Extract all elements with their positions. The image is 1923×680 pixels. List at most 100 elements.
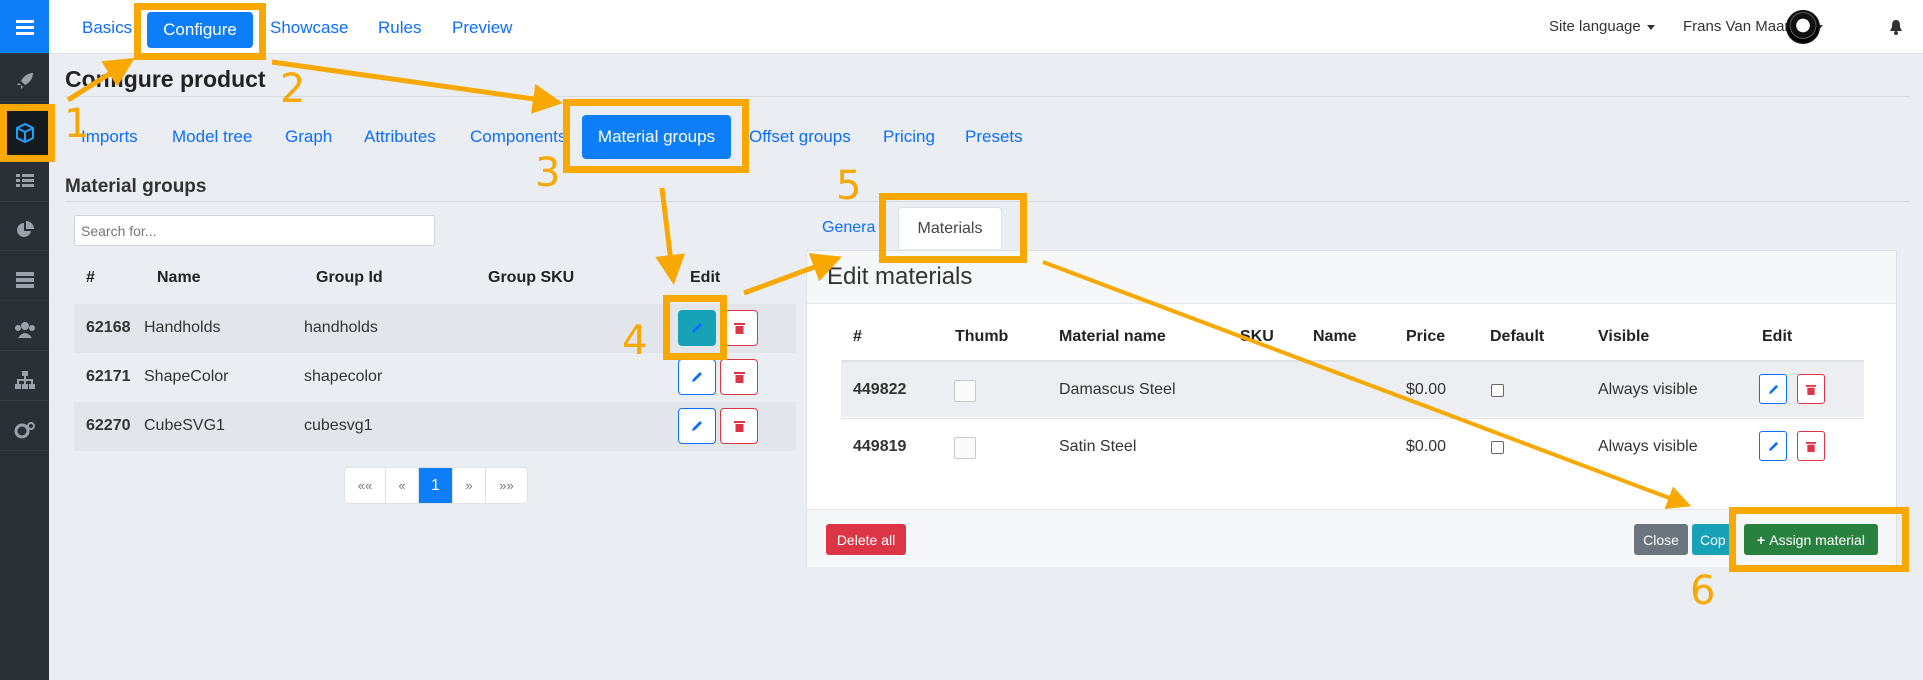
tab-imports[interactable]: Imports [81, 127, 138, 147]
trash-icon [733, 372, 745, 383]
table-row: 449822 Damascus Steel $0.00 Always visib… [841, 360, 1864, 417]
row-material-name: Satin Steel [1059, 438, 1137, 455]
row-id: 62270 [86, 417, 131, 434]
page-first[interactable]: «« [345, 468, 386, 503]
top-navbar: Basics Configure Showcase Rules Preview … [49, 0, 1923, 54]
column-header: Group Id [316, 269, 383, 286]
sidebar-item-list[interactable] [0, 160, 49, 202]
delete-button[interactable] [720, 359, 758, 395]
column-header: Name [1313, 328, 1357, 345]
delete-button[interactable] [720, 408, 758, 444]
table-row: 449819 Satin Steel $0.00 Always visible [841, 418, 1864, 475]
column-header: Thumb [955, 328, 1009, 345]
delete-all-button[interactable]: Delete all [826, 524, 906, 555]
row-material-name: Damascus Steel [1059, 381, 1176, 398]
tab-general[interactable]: Genera [822, 219, 875, 237]
annotation-number: 3 [535, 150, 561, 196]
row-name: ShapeColor [144, 368, 229, 385]
row-name: CubeSVG1 [144, 417, 225, 434]
annotation-box [0, 104, 55, 162]
page-current[interactable]: 1 [419, 468, 453, 503]
pencil-icon [692, 372, 702, 382]
trash-icon [733, 323, 745, 334]
row-group-id: handholds [304, 319, 378, 336]
column-header: # [86, 269, 95, 286]
default-checkbox[interactable] [1491, 441, 1504, 454]
column-header: Edit [690, 269, 721, 286]
column-header: SKU [1240, 328, 1274, 345]
row-id: 449819 [853, 438, 907, 455]
row-id: 449822 [853, 381, 907, 398]
delete-button[interactable] [1797, 374, 1825, 404]
users-icon [14, 321, 35, 338]
bell-icon[interactable] [1889, 19, 1903, 35]
row-name: Handholds [144, 319, 221, 336]
default-checkbox[interactable] [1491, 384, 1504, 397]
table-row: 62171 ShapeColor shapecolor [74, 353, 796, 402]
tab-offset-groups[interactable]: Offset groups [749, 127, 851, 147]
annotation-number: 2 [280, 66, 306, 112]
gears-icon [14, 421, 35, 438]
tab-attributes[interactable]: Attributes [364, 127, 436, 147]
nav-basics[interactable]: Basics [82, 18, 132, 38]
search-input[interactable] [74, 215, 435, 246]
sitemap-icon [14, 370, 35, 389]
annotation-box [879, 193, 1027, 263]
rocket-icon [16, 72, 33, 89]
avatar[interactable] [1786, 10, 1820, 44]
sidebar-item-servers[interactable] [0, 259, 49, 301]
page-title: Configure product [65, 66, 266, 92]
tab-graph[interactable]: Graph [285, 127, 332, 147]
sidebar-item-users[interactable] [0, 309, 49, 351]
tab-pricing[interactable]: Pricing [883, 127, 935, 147]
delete-button[interactable] [1797, 431, 1825, 461]
edit-button[interactable] [1759, 431, 1787, 461]
site-language-dropdown[interactable]: Site language [1549, 18, 1655, 35]
row-group-id: shapecolor [304, 368, 383, 385]
menu-toggle[interactable] [0, 0, 49, 54]
row-price: $0.00 [1406, 438, 1447, 455]
pencil-icon [1768, 384, 1778, 394]
sidebar-item-structure[interactable] [0, 359, 49, 401]
trash-icon [1806, 441, 1816, 452]
edit-button[interactable] [1759, 374, 1787, 404]
nav-preview[interactable]: Preview [452, 18, 512, 38]
sidebar-item-statistics[interactable] [0, 209, 49, 251]
pie-chart-icon [16, 220, 34, 237]
divider [65, 96, 1910, 97]
page-last[interactable]: »» [486, 468, 527, 503]
edit-button[interactable] [678, 408, 716, 444]
column-header: Visible [1598, 328, 1650, 345]
row-visible: Always visible [1598, 438, 1698, 455]
pencil-icon [1768, 441, 1778, 451]
column-header: Name [157, 269, 201, 286]
nav-showcase[interactable]: Showcase [270, 18, 348, 38]
column-header: Material name [1059, 328, 1166, 345]
close-button[interactable]: Close [1634, 524, 1688, 555]
page-next[interactable]: » [453, 468, 486, 503]
trash-icon [1806, 384, 1816, 395]
edit-button[interactable] [678, 359, 716, 395]
annotation-box [663, 295, 727, 360]
annotation-number: 1 [64, 101, 90, 147]
sidebar-item-launch[interactable] [0, 60, 49, 102]
annotation-number: 4 [622, 318, 648, 364]
column-header: Default [1490, 328, 1545, 345]
annotation-number: 5 [836, 163, 862, 209]
tab-components[interactable]: Components [470, 127, 566, 147]
nav-rules[interactable]: Rules [378, 18, 421, 38]
annotation-number: 6 [1690, 568, 1716, 614]
tab-model-tree[interactable]: Model tree [172, 127, 252, 147]
image-icon [954, 380, 976, 402]
sidebar-item-settings[interactable] [0, 409, 49, 451]
tab-presets[interactable]: Presets [965, 127, 1023, 147]
row-id: 62168 [86, 319, 131, 336]
column-header: # [853, 328, 862, 345]
row-group-id: cubesvg1 [304, 417, 373, 434]
pagination: «« « 1 » »» [344, 467, 528, 504]
annotation-box [1729, 507, 1909, 572]
column-header: Edit [1762, 328, 1793, 345]
column-header: Price [1406, 328, 1446, 345]
page-prev[interactable]: « [386, 468, 419, 503]
annotation-box [563, 99, 749, 173]
